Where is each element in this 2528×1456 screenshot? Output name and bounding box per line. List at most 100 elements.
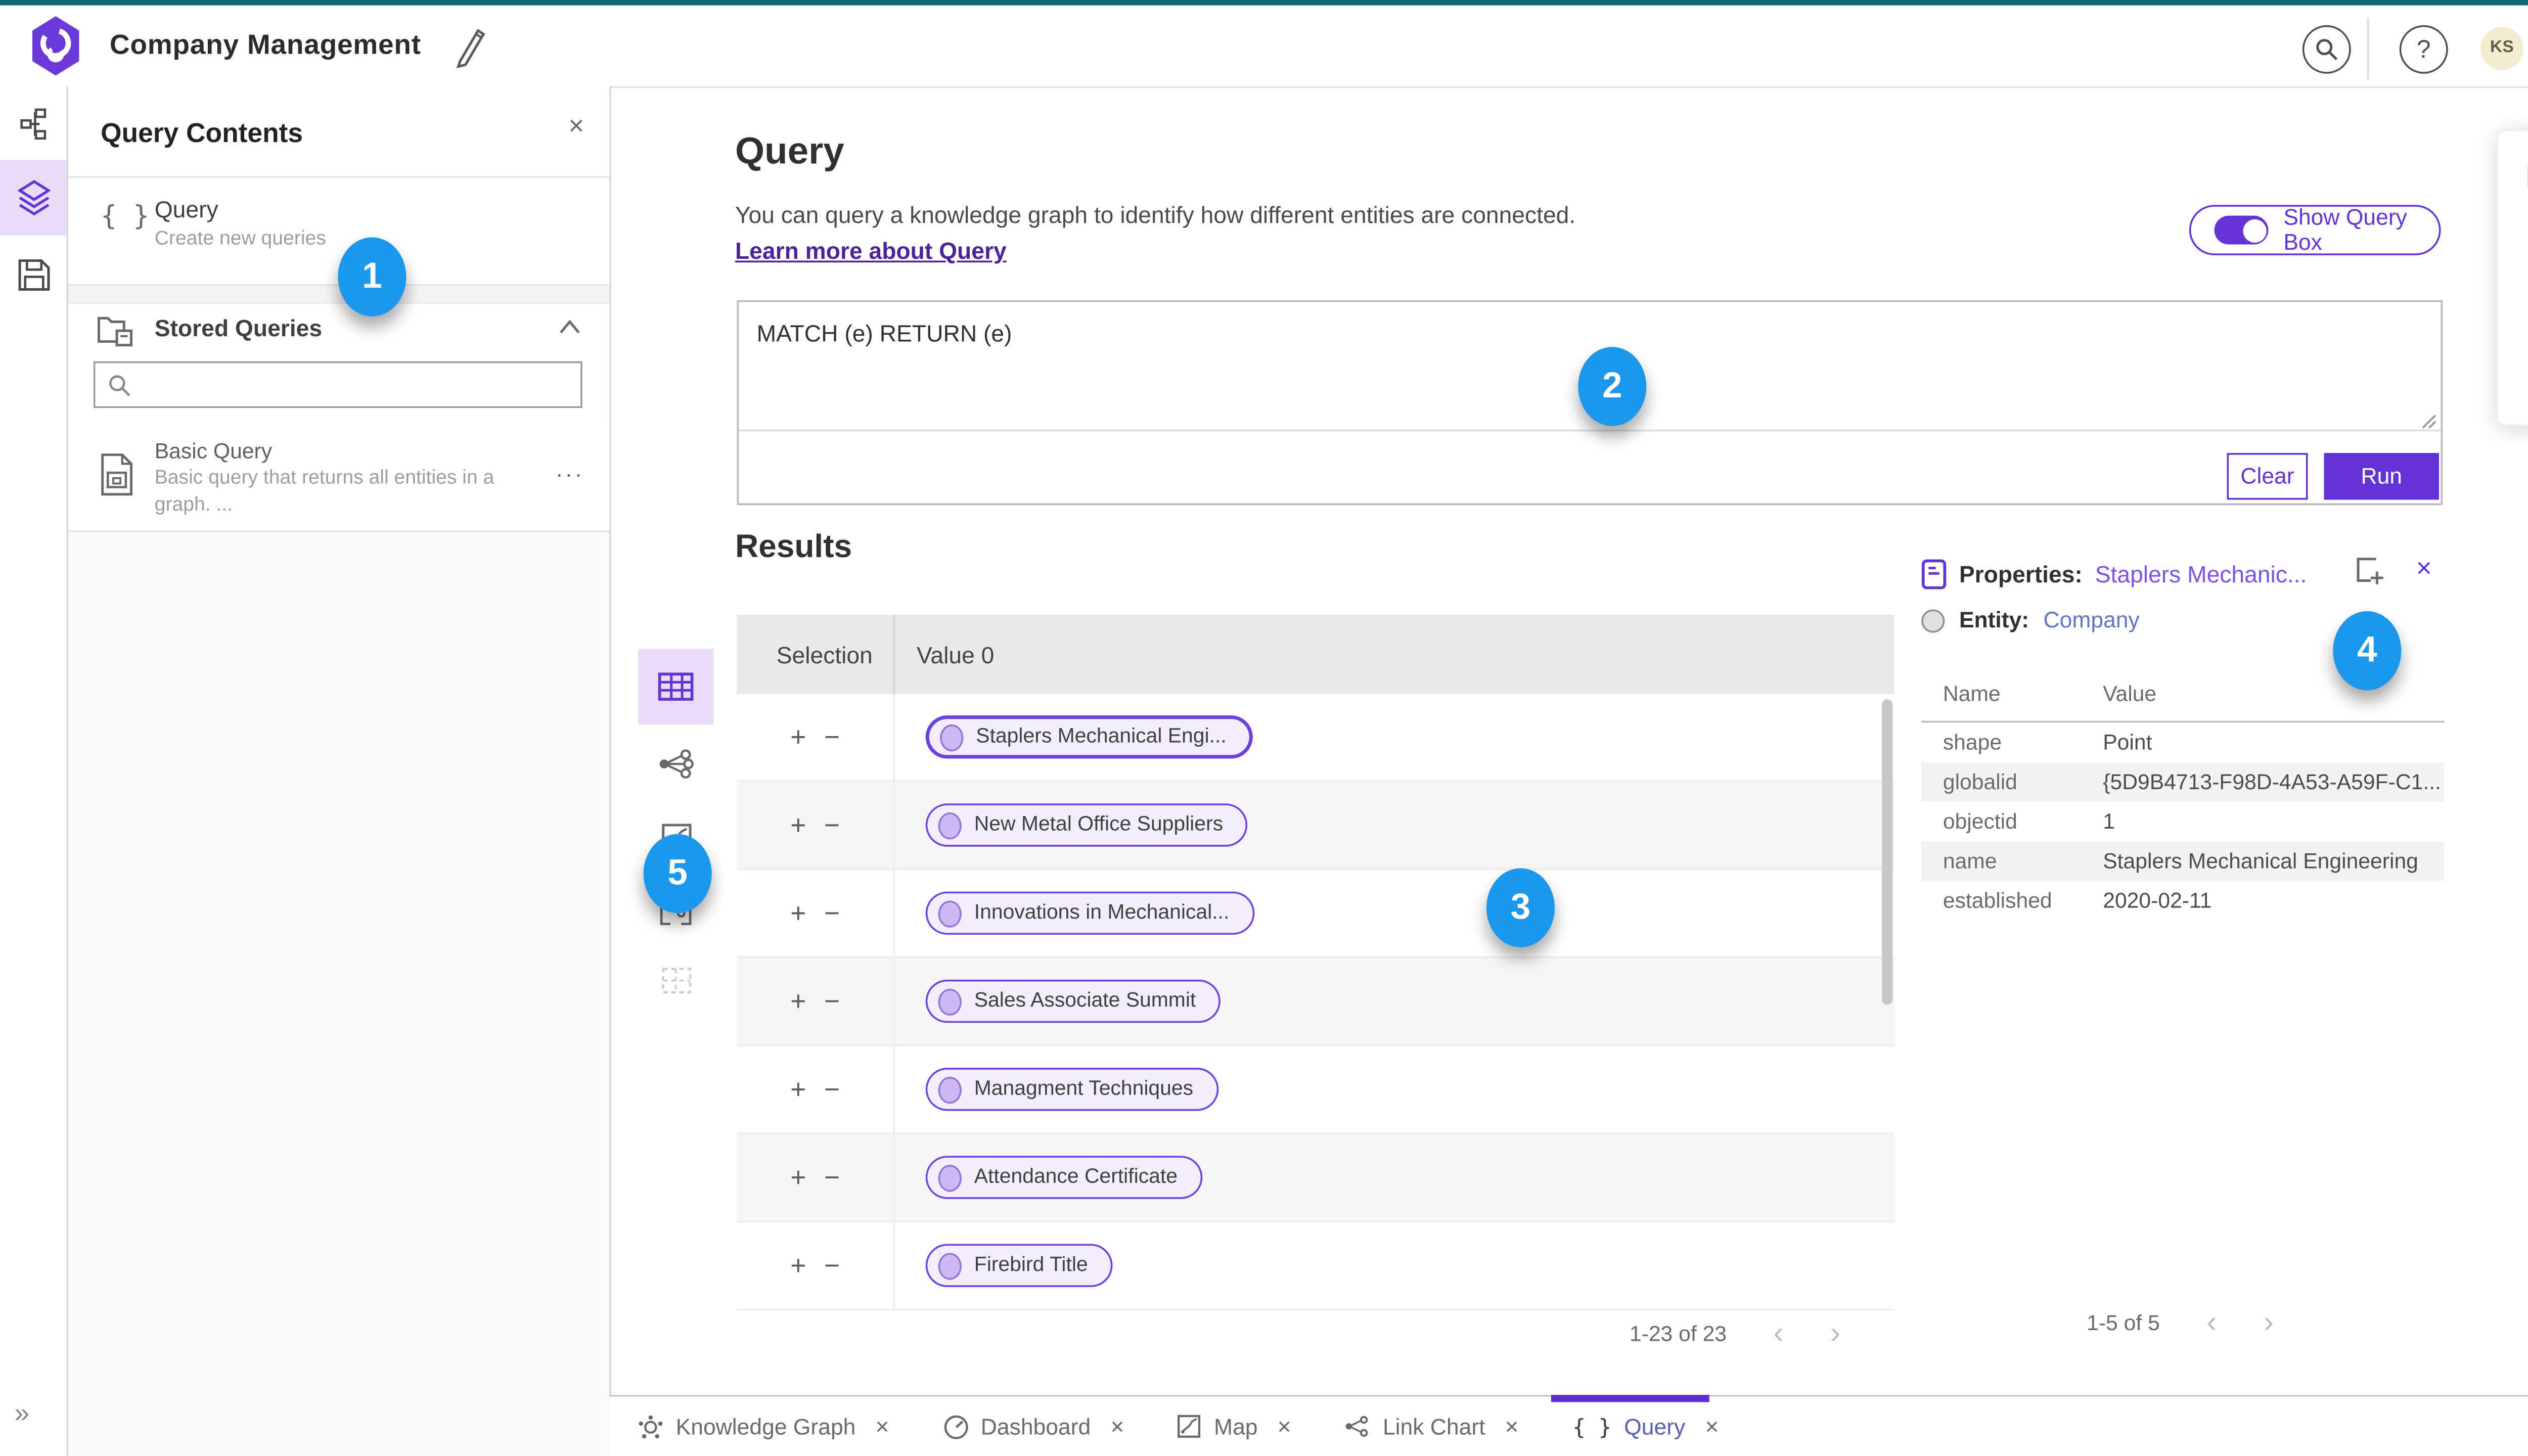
query-file-icon bbox=[101, 453, 132, 496]
menu-item-store-as-new-query[interactable]: { } Store as New Query bbox=[2498, 223, 2528, 277]
properties-count: 1-5 of 5 bbox=[2087, 1309, 2160, 1335]
close-panel-button[interactable]: × bbox=[568, 111, 584, 142]
table-row: + − Innovations in Mechanical... bbox=[737, 870, 1894, 959]
divider bbox=[739, 429, 2441, 432]
expand-rail-button[interactable]: » bbox=[14, 1398, 29, 1429]
prev-page-button[interactable]: ‹ bbox=[1773, 1317, 1783, 1348]
close-tab-icon[interactable]: × bbox=[1110, 1413, 1124, 1440]
property-row: established 2020-02-11 bbox=[1943, 888, 2212, 914]
entity-pill[interactable]: Attendance Certificate bbox=[925, 1156, 1203, 1199]
save-icon[interactable] bbox=[16, 257, 52, 293]
search-icon bbox=[109, 375, 130, 396]
tab-knowledge-graph[interactable]: Knowledge Graph × bbox=[638, 1397, 889, 1456]
item-options-button[interactable]: ··· bbox=[555, 460, 584, 487]
close-tab-icon[interactable]: × bbox=[1278, 1413, 1291, 1440]
results-table: Selection Value 0 + − Staplers Mechanical… bbox=[737, 615, 1894, 1368]
add-to-selection-button[interactable]: + bbox=[790, 1250, 806, 1281]
prev-page-button[interactable]: ‹ bbox=[2206, 1307, 2217, 1337]
remove-from-selection-button[interactable]: − bbox=[824, 810, 840, 840]
add-selection-button[interactable] bbox=[2356, 557, 2385, 586]
user-avatar[interactable]: KS bbox=[2480, 26, 2524, 69]
entity-pill[interactable]: Innovations in Mechanical... bbox=[925, 891, 1255, 935]
link-chart-view-button[interactable] bbox=[638, 742, 713, 785]
add-to-selection-button[interactable]: + bbox=[790, 898, 806, 928]
resize-handle[interactable] bbox=[2421, 414, 2437, 430]
remove-from-selection-button[interactable]: − bbox=[824, 986, 840, 1016]
remove-from-selection-button[interactable]: − bbox=[824, 898, 840, 928]
toggle-switch[interactable] bbox=[2214, 215, 2269, 245]
search-input[interactable] bbox=[142, 365, 581, 408]
run-button[interactable]: Run bbox=[2324, 453, 2439, 500]
entity-pill[interactable]: Managment Techniques bbox=[925, 1068, 1218, 1111]
results-scrollbar[interactable] bbox=[1881, 699, 1893, 1005]
entity-pill[interactable]: Firebird Title bbox=[925, 1244, 1113, 1287]
selected-entity-link[interactable]: Staplers Mechanic... bbox=[2095, 561, 2307, 587]
view-tab-bar: Knowledge Graph × Dashboard × Map × Link… bbox=[609, 1395, 2528, 1456]
annotation-badge-1: 1 bbox=[338, 237, 407, 316]
remove-from-selection-button[interactable]: − bbox=[824, 1074, 840, 1104]
close-icon: × bbox=[2416, 554, 2432, 584]
dashboard-icon bbox=[943, 1414, 968, 1438]
property-row: name Staplers Mechanical Engineering bbox=[1921, 841, 2445, 881]
close-tab-icon[interactable]: × bbox=[1505, 1413, 1519, 1440]
close-properties-button[interactable]: × bbox=[2416, 554, 2432, 584]
results-pagination: 1-23 of 23 ‹ › bbox=[737, 1298, 1894, 1368]
learn-more-link[interactable]: Learn more about Query bbox=[735, 237, 1007, 264]
query-heading: Query bbox=[735, 131, 844, 173]
entity-pill[interactable]: Sales Associate Summit bbox=[925, 979, 1222, 1023]
remove-from-selection-button[interactable]: − bbox=[824, 1162, 840, 1193]
column-header-value: Value bbox=[2103, 681, 2157, 707]
properties-table: Name Value shape Point globalid {5D9B471… bbox=[1921, 667, 2445, 920]
entity-pill[interactable]: New Metal Office Suppliers bbox=[925, 803, 1248, 847]
table-row: + − New Metal Office Suppliers bbox=[737, 782, 1894, 870]
property-row: shape Point bbox=[1943, 730, 2152, 755]
entity-pill[interactable]: Staplers Mechanical Engi... bbox=[925, 715, 1254, 759]
add-to-selection-button[interactable]: + bbox=[790, 722, 806, 752]
menu-item-add-selection-to: Add Selection To bbox=[2498, 155, 2528, 201]
close-tab-icon[interactable]: × bbox=[876, 1413, 889, 1440]
remove-from-selection-button[interactable]: − bbox=[824, 722, 840, 752]
panel-content-area: Query Contents × { } Query Create new qu… bbox=[68, 86, 610, 532]
global-search-button[interactable] bbox=[2302, 24, 2351, 73]
tab-link-chart[interactable]: Link Chart × bbox=[1345, 1397, 1519, 1456]
show-query-box-toggle[interactable]: Show Query Box bbox=[2189, 205, 2441, 255]
tab-dashboard[interactable]: Dashboard × bbox=[943, 1397, 1124, 1456]
add-to-selection-button[interactable]: + bbox=[790, 986, 806, 1016]
annotation-badge-3: 3 bbox=[1486, 868, 1555, 947]
table-row: + − Firebird Title bbox=[737, 1222, 1894, 1311]
chevron-up-icon[interactable] bbox=[559, 320, 581, 334]
clear-button[interactable]: Clear bbox=[2227, 453, 2308, 500]
query-tool-title: Query bbox=[154, 196, 218, 223]
header-divider bbox=[2367, 17, 2369, 78]
results-count: 1-23 of 23 bbox=[1629, 1320, 1727, 1346]
stored-queries-search[interactable] bbox=[93, 361, 582, 408]
entity-type-row: Entity: Company bbox=[1921, 608, 2140, 633]
add-to-selection-button[interactable]: + bbox=[790, 1162, 806, 1193]
braces-icon: { } bbox=[101, 199, 150, 232]
question-icon: ? bbox=[2416, 34, 2431, 63]
remove-from-selection-button[interactable]: − bbox=[824, 1250, 840, 1281]
menu-item-collapse[interactable]: » Collapse bbox=[2498, 300, 2528, 347]
entity-dot-icon bbox=[938, 1252, 962, 1279]
column-header-selection: Selection bbox=[776, 641, 873, 668]
page-title: Company Management bbox=[109, 29, 421, 61]
table-view-button[interactable] bbox=[638, 649, 714, 724]
next-page-button[interactable]: › bbox=[1830, 1317, 1840, 1348]
tab-map[interactable]: Map × bbox=[1178, 1397, 1291, 1456]
properties-pagination: 1-5 of 5 ‹ › bbox=[1911, 1307, 2450, 1337]
stored-queries-header[interactable]: Stored Queries bbox=[68, 300, 609, 358]
close-tab-icon[interactable]: × bbox=[1705, 1413, 1719, 1440]
data-model-icon[interactable] bbox=[16, 106, 52, 142]
tab-query[interactable]: { } Query × bbox=[1551, 1395, 1719, 1456]
next-page-button[interactable]: › bbox=[2264, 1307, 2274, 1337]
add-to-selection-button[interactable]: + bbox=[790, 1074, 806, 1104]
layers-icon[interactable] bbox=[16, 179, 52, 216]
app-logo-icon[interactable] bbox=[30, 15, 81, 75]
stored-queries-title: Stored Queries bbox=[154, 314, 323, 342]
results-heading: Results bbox=[735, 528, 852, 565]
help-button[interactable]: ? bbox=[2399, 24, 2448, 73]
active-tab-indicator bbox=[1551, 1395, 1709, 1401]
stored-query-item[interactable]: Basic Query Basic query that returns all… bbox=[68, 428, 610, 530]
edit-title-icon[interactable] bbox=[449, 24, 489, 68]
add-to-selection-button[interactable]: + bbox=[790, 810, 806, 840]
